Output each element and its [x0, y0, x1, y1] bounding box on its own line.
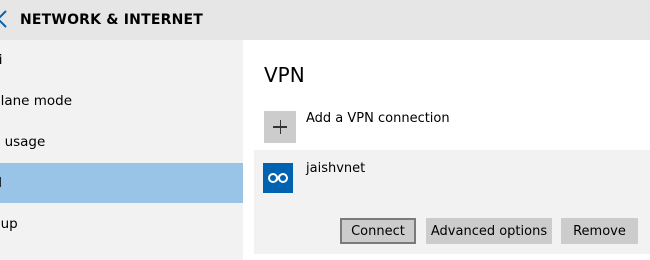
main-content: VPN Add a VPN connection jaishvnet Conne…	[243, 40, 650, 260]
sidebar-item-label: l-up	[0, 216, 18, 232]
page-title: NETWORK & INTERNET	[20, 12, 204, 28]
sidebar-item-label: N	[0, 175, 2, 191]
connect-button[interactable]: Connect	[340, 218, 416, 244]
section-title: VPN	[264, 63, 305, 87]
sidebar-item-wifi[interactable]: Fi	[0, 40, 243, 80]
add-vpn-label[interactable]: Add a VPN connection	[306, 111, 450, 126]
remove-button[interactable]: Remove	[561, 218, 638, 244]
sidebar-item-data-usage[interactable]: a usage	[0, 122, 243, 162]
sidebar-item-airplane-mode[interactable]: plane mode	[0, 81, 243, 121]
advanced-options-button[interactable]: Advanced options	[426, 218, 552, 244]
vpn-connection-name: jaishvnet	[306, 161, 366, 176]
sidebar-item-dial-up[interactable]: l-up	[0, 204, 243, 244]
sidebar-item-label: plane mode	[0, 93, 73, 109]
vpn-connection-icon	[263, 163, 293, 193]
sidebar: Fi plane mode a usage N l-up	[0, 40, 243, 260]
sidebar-item-vpn[interactable]: N	[0, 163, 243, 203]
back-arrow-icon[interactable]	[0, 8, 8, 30]
vpn-connection-card[interactable]: jaishvnet Connect Advanced options Remov…	[254, 150, 650, 254]
sidebar-item-label: a usage	[0, 134, 46, 150]
title-bar: NETWORK & INTERNET	[0, 0, 650, 40]
add-vpn-button[interactable]	[264, 111, 296, 143]
sidebar-item-label: Fi	[0, 52, 3, 68]
